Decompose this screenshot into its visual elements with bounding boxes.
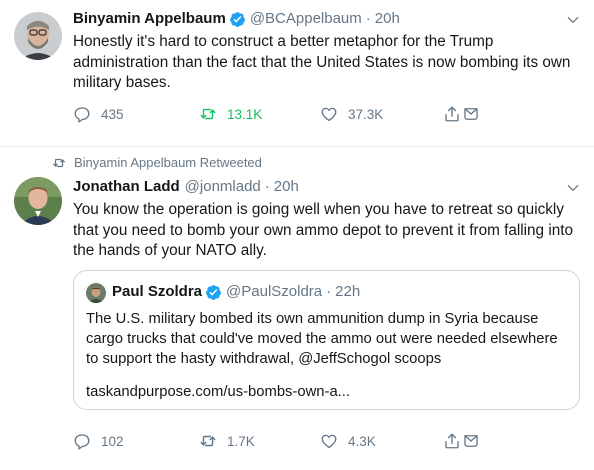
reply-button[interactable]: 102 (73, 432, 124, 450)
retweet-button[interactable]: 1.7K (199, 432, 255, 450)
reply-count: 102 (101, 433, 124, 449)
quoted-tweet[interactable]: Paul Szoldra @PaulSzoldra · 22h The U.S.… (73, 270, 580, 410)
dm-icon[interactable] (462, 105, 480, 123)
verified-badge-icon (229, 11, 245, 27)
quoted-tweet-link[interactable]: taskandpurpose.com/us-bombs-own-a... (86, 384, 350, 400)
tweet-text: You know the operation is going well whe… (73, 201, 573, 259)
like-count: 4.3K (348, 433, 376, 449)
avatar-szoldra[interactable] (86, 283, 106, 303)
separator-dot: · (264, 178, 270, 195)
like-icon (321, 107, 337, 122)
tweet-timestamp[interactable]: 20h (274, 177, 299, 197)
reply-button[interactable]: 435 (73, 105, 124, 123)
author-handle[interactable]: @BCAppelbaum (250, 9, 362, 29)
reply-icon (74, 107, 90, 123)
quoted-timestamp[interactable]: 22h (335, 282, 360, 302)
share-button[interactable] (443, 105, 480, 123)
author-name[interactable]: Jonathan Ladd (73, 177, 180, 197)
quoted-author-handle[interactable]: @PaulSzoldra (226, 282, 322, 302)
share-icon (445, 433, 459, 449)
tweet-text: Honestly it's hard to construct a better… (73, 33, 571, 91)
verified-badge-icon (206, 284, 221, 300)
chevron-down-icon[interactable] (566, 181, 580, 195)
separator-dot: · (365, 10, 371, 27)
tweet-header: Binyamin Appelbaum @BCAppelbaum · 20h (73, 9, 400, 29)
quoted-tweet-text: The U.S. military bombed its own ammunit… (86, 311, 558, 367)
retweet-icon (200, 108, 216, 120)
retweeted-by-label[interactable]: Binyamin Appelbaum Retweeted (74, 155, 262, 170)
share-icon (445, 106, 459, 122)
avatar-appelbaum[interactable] (14, 12, 62, 60)
like-button[interactable]: 37.3K (320, 105, 383, 123)
author-handle[interactable]: @jonmladd (185, 177, 261, 197)
reply-count: 435 (101, 106, 124, 122)
like-icon (321, 434, 337, 449)
reply-icon (74, 434, 90, 450)
dm-icon[interactable] (462, 432, 480, 450)
tweet-appelbaum[interactable]: Binyamin Appelbaum @BCAppelbaum · 20h Ho… (0, 0, 594, 148)
like-button[interactable]: 4.3K (320, 432, 376, 450)
action-bar: 435 13.1K 37.3K (73, 105, 493, 127)
retweet-count: 13.1K (227, 106, 263, 122)
retweeted-indicator: Binyamin Appelbaum Retweeted (52, 155, 262, 170)
retweet-button[interactable]: 13.1K (199, 105, 262, 123)
avatar-ladd[interactable] (14, 177, 62, 225)
separator-dot: · (326, 283, 332, 300)
share-button[interactable] (443, 432, 480, 450)
quoted-tweet-header: Paul Szoldra @PaulSzoldra · 22h (112, 282, 360, 302)
like-count: 37.3K (348, 106, 384, 122)
quoted-author-name[interactable]: Paul Szoldra (112, 282, 202, 302)
retweet-icon (200, 435, 216, 447)
action-bar: 102 1.7K 4.3K (73, 432, 493, 454)
author-name[interactable]: Binyamin Appelbaum (73, 9, 226, 29)
retweet-count: 1.7K (227, 433, 255, 449)
tweet-header: Jonathan Ladd @jonmladd · 20h (73, 177, 299, 197)
tweet-ladd[interactable]: Binyamin Appelbaum Retweeted Jonathan La… (0, 147, 594, 470)
chevron-down-icon[interactable] (566, 13, 580, 27)
retweet-icon (53, 158, 65, 167)
tweet-timestamp[interactable]: 20h (375, 9, 400, 29)
